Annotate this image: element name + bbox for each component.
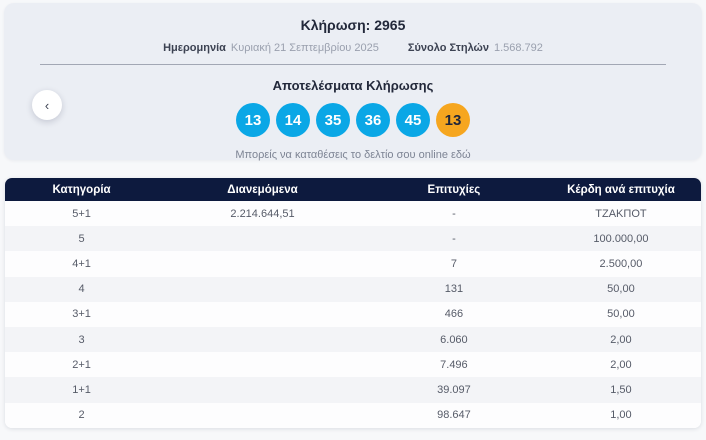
drawn-numbers: 13 14 35 36 45 13 [4,103,702,137]
table-header-cell: Κατηγορία [52,183,111,196]
joker-number-ball: 13 [436,103,470,137]
deposit-online-link[interactable]: Μπορείς να καταθέσεις το δελτίο σου onli… [4,149,702,161]
table-row: 1+1 39.097 1,50 [5,377,701,403]
drawn-number-ball: 36 [356,103,390,137]
table-cell: 7 [450,257,457,270]
drawn-number-ball: 45 [396,103,430,137]
results-title: Αποτελέσματα Κλήρωσης [272,78,434,93]
total-columns-value: 1.568.792 [493,42,543,54]
table-cell: 4 [78,283,85,296]
table-header-cell: Επιτυχίες [427,183,481,196]
table-cell: 4+1 [72,257,91,270]
table-cell: 50,00 [607,308,635,321]
table-row: 2+1 7.496 2,00 [5,352,701,378]
table-row: 4 131 50,00 [5,276,701,302]
table-cell: - [452,207,456,220]
table-cell: - [452,232,456,245]
table-cell: 2.214.644,51 [230,207,295,220]
table-cell: 6.060 [440,333,468,346]
total-columns-label: Σύνολο Στηλών [407,42,489,54]
table-cell: 466 [444,308,464,321]
table-cell: 1,00 [610,409,632,422]
draw-date-label: Ημερομηνία [163,42,226,54]
table-cell: 39.097 [437,383,471,396]
table-cell: 2+1 [72,358,91,371]
table-row: 5 - 100.000,00 [5,226,701,252]
drawn-number-ball: 14 [276,103,310,137]
table-cell: 50,00 [607,283,635,296]
table-cell: 3+1 [72,308,91,321]
draw-date: Ημερομηνία Κυριακή 21 Σεπτεμβρίου 2025 [163,42,379,54]
table-cell: ΤΖΑΚΠΟΤ [595,207,647,220]
table-cell: 2,00 [610,333,632,346]
previous-draw-button[interactable]: ‹ [32,90,62,120]
table-row: 4+1 7 2.500,00 [5,251,701,277]
table-row: 2 98.647 1,00 [5,402,701,428]
table-row: 3 6.060 2,00 [5,326,701,353]
table-body: 5+1 2.214.644,51 - ΤΖΑΚΠΟΤ 5 - 100.000,00 4+1 7 2… [5,201,701,428]
table-header-cell: Κέρδη ανά επιτυχία [567,183,675,196]
table-cell: 2,00 [610,358,632,371]
draw-title: Κλήρωση: 2965 [300,17,406,33]
table-cell: 1+1 [72,383,91,396]
table-row: 3+1 466 50,00 [5,301,701,327]
total-columns: Σύνολο Στηλών 1.568.792 [408,42,543,54]
draw-meta: Ημερομηνία Κυριακή 21 Σεπτεμβρίου 2025 Σύ… [4,42,702,54]
table-cell: 7.496 [440,358,468,371]
draw-card: Κλήρωση: 2965 Ημερομηνία Κυριακή 21 Σεπτε… [4,3,702,161]
table-cell: 100.000,00 [593,232,649,245]
table-cell: 2.500,00 [599,257,643,270]
table-cell: 1,50 [610,383,632,396]
winnings-table: Κατηγορία Διανεμόμενα Επιτυχίες Κέρδη ανά ε… [5,178,701,428]
drawn-number-ball: 35 [316,103,350,137]
table-cell: 131 [444,283,464,296]
table-header-row: Κατηγορία Διανεμόμενα Επιτυχίες Κέρδη ανά ε… [5,178,701,201]
table-cell: 5 [78,232,85,245]
table-cell: 98.647 [437,409,471,422]
drawn-number-ball: 13 [236,103,270,137]
header-divider [40,64,666,65]
table-cell: 5+1 [72,207,91,220]
table-cell: 3 [78,333,85,346]
table-header-cell: Διανεμόμενα [227,183,298,196]
table-cell: 2 [78,409,85,422]
draw-date-value: Κυριακή 21 Σεπτεμβρίου 2025 [230,42,379,54]
chevron-left-icon: ‹ [44,97,50,113]
table-row: 5+1 2.214.644,51 - ΤΖΑΚΠΟΤ [5,201,701,227]
